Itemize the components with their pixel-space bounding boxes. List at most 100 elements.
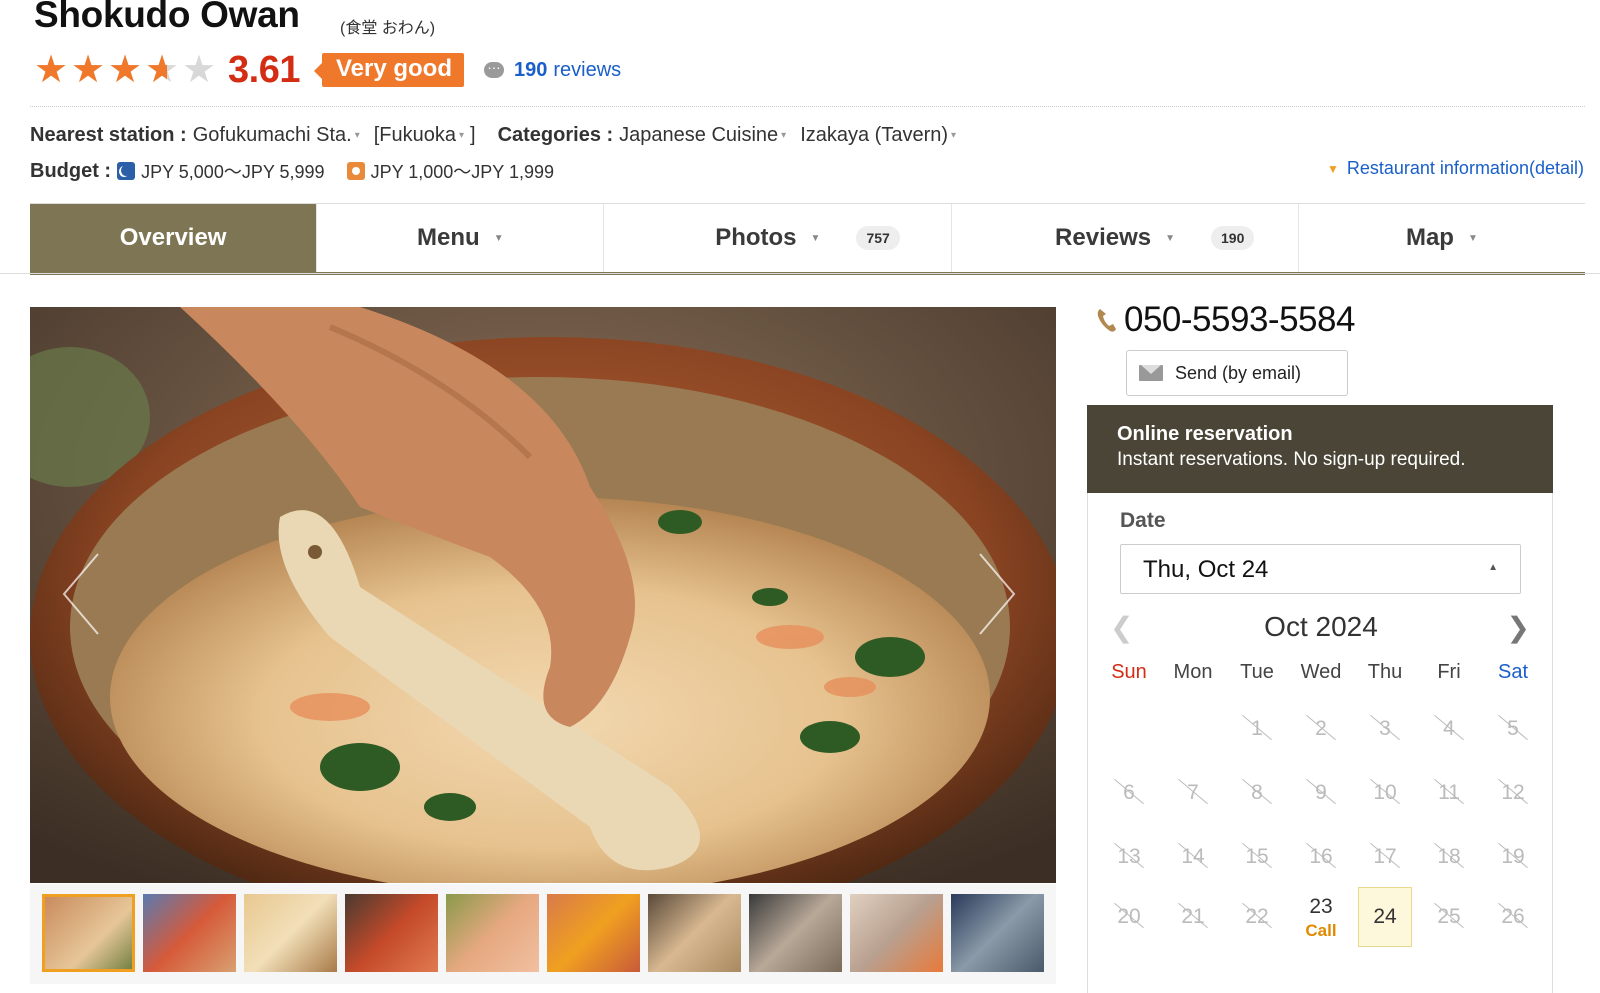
send-by-email-button[interactable]: Send (by email) xyxy=(1126,350,1348,396)
calendar-day-unavailable: 16 xyxy=(1294,827,1348,887)
tab-map[interactable]: Map ▼ xyxy=(1299,204,1585,272)
tab-photos-count: 757 xyxy=(856,226,900,250)
header-divider xyxy=(30,106,1585,107)
star-fill: ★ xyxy=(34,52,69,88)
photo-thumbnail[interactable] xyxy=(749,894,842,972)
photo-prev-arrow-icon[interactable] xyxy=(60,552,102,636)
weekday-tue: Tue xyxy=(1240,661,1274,683)
photo-thumbnail[interactable] xyxy=(345,894,438,972)
comment-icon xyxy=(484,56,504,78)
calendar-day-unavailable: 17 xyxy=(1358,827,1412,887)
calendar-day-unavailable: 20 xyxy=(1102,887,1156,947)
envelope-icon xyxy=(1139,365,1163,381)
calendar-day-unavailable: 6 xyxy=(1102,763,1156,823)
station-label: Nearest station : xyxy=(30,124,187,146)
photo-next-arrow-icon[interactable] xyxy=(976,552,1018,636)
photo-thumbnail[interactable] xyxy=(648,894,741,972)
main-photo[interactable] xyxy=(30,307,1056,883)
calendar-day-unavailable: 10 xyxy=(1358,763,1412,823)
calendar-day-unavailable: 3 xyxy=(1358,699,1412,759)
calendar-day-unavailable: 5 xyxy=(1486,699,1540,759)
categories-label: Categories : xyxy=(497,124,614,146)
star-fill: ★ xyxy=(71,52,106,88)
calendar-day-unavailable: 7 xyxy=(1166,763,1220,823)
category-link-izakaya[interactable]: Izakaya (Tavern) xyxy=(800,124,956,147)
review-count: 190 xyxy=(514,58,548,81)
tab-photos[interactable]: Photos ▼ 757 xyxy=(604,204,952,272)
calendar-day-unavailable: 15 xyxy=(1230,827,1284,887)
budget-label: Budget : xyxy=(30,159,112,182)
send-by-email-label: Send (by email) xyxy=(1175,362,1302,383)
photo-thumbnail[interactable] xyxy=(951,894,1044,972)
photo-thumbnail[interactable] xyxy=(143,894,236,972)
caret-down-icon: ▼ xyxy=(1165,232,1176,244)
tab-reviews-label: Reviews xyxy=(1055,224,1152,251)
arrow-down-icon: ▼ xyxy=(1326,161,1339,176)
tab-menu-label: Menu xyxy=(417,224,480,251)
photo-thumbnail[interactable] xyxy=(446,894,539,972)
reservation-panel: Date Thu, Oct 24 ▲ ❮ Oct 2024 ❯ Sun Mon Tu… xyxy=(1087,493,1553,993)
phone-icon xyxy=(1097,309,1116,332)
budget-dinner: JPY 5,000～JPY 5,999 xyxy=(141,162,325,182)
tab-overview[interactable]: Overview xyxy=(30,204,318,272)
star-icon: ★★ xyxy=(182,49,217,91)
budget-lunch: JPY 1,000～JPY 1,999 xyxy=(370,162,555,182)
calendar-day-unavailable: 9 xyxy=(1294,763,1348,823)
calendar-day-unavailable: 21 xyxy=(1166,887,1220,947)
star-fill: ★ xyxy=(108,52,143,88)
phone-number[interactable]: 050-5593-5584 xyxy=(1096,300,1355,340)
tab-map-label: Map xyxy=(1405,224,1454,251)
calendar-next-month-icon[interactable]: ❯ xyxy=(1507,611,1530,644)
calendar-day-call[interactable]: 23 Call xyxy=(1294,887,1348,947)
calendar-day-selected[interactable]: 24 xyxy=(1358,887,1412,947)
tab-overview-label: Overview xyxy=(119,224,227,251)
category-link-japanese[interactable]: Japanese Cuisine xyxy=(619,124,786,147)
tab-reviews[interactable]: Reviews ▼ 190 xyxy=(952,204,1299,272)
weekday-fri: Fri xyxy=(1437,661,1461,683)
caret-down-icon: ▼ xyxy=(810,232,821,244)
rating-row: ★★★★★★★★★★ 3.61 Very good 190 reviews xyxy=(34,48,621,92)
area-open: [Fukuoka xyxy=(373,124,456,146)
calendar-month: Oct 2024 xyxy=(1264,611,1378,642)
station-link[interactable]: Gofukumachi Sta. xyxy=(193,124,360,147)
calendar-day-unavailable: 2 xyxy=(1294,699,1348,759)
date-select-value: Thu, Oct 24 xyxy=(1143,556,1269,583)
phone-number-text: 050-5593-5584 xyxy=(1124,300,1355,339)
review-word: reviews xyxy=(553,58,622,81)
photo-thumbnail[interactable] xyxy=(42,894,135,972)
caret-down-icon: ▼ xyxy=(493,232,504,244)
reservation-title: Online reservation xyxy=(1117,423,1293,445)
photo-thumbnail[interactable] xyxy=(547,894,640,972)
rating-badge: Very good xyxy=(313,53,464,87)
weekday-sun: Sun xyxy=(1111,661,1147,683)
date-select[interactable]: Thu, Oct 24 ▲ xyxy=(1120,544,1521,594)
calendar-day-unavailable: 8 xyxy=(1230,763,1284,823)
tab-reviews-count: 190 xyxy=(1211,226,1255,250)
area-dropdown[interactable] xyxy=(456,124,464,147)
budget-row: Budget : JPY 5,000～JPY 5,999 JPY 1,000～J… xyxy=(30,158,554,184)
rating-stars: ★★★★★★★★★★ xyxy=(34,49,220,91)
tab-menu[interactable]: Menu ▼ xyxy=(317,204,605,272)
photo-illustration xyxy=(30,307,1056,883)
restaurant-detail-link[interactable]: ▼ Restaurant information(detail) xyxy=(1327,158,1584,179)
photo-thumbnail[interactable] xyxy=(244,894,337,972)
calendar-day-unavailable: 26 xyxy=(1486,887,1540,947)
caret-up-icon: ▲ xyxy=(1488,562,1498,573)
tab-underline xyxy=(0,273,1600,274)
calendar-day-unavailable: 19 xyxy=(1486,827,1540,887)
reviews-link[interactable]: 190 reviews xyxy=(484,56,622,82)
star-icon: ★★ xyxy=(108,49,143,91)
date-label: Date xyxy=(1120,509,1166,532)
star-icon: ★★ xyxy=(145,49,180,91)
weekday-sat: Sat xyxy=(1497,661,1529,683)
weekday-mon: Mon xyxy=(1173,661,1213,683)
calendar-day-number: 23 xyxy=(1309,895,1333,918)
calendar-day-unavailable: 13 xyxy=(1102,827,1156,887)
photo-thumbnail[interactable] xyxy=(850,894,943,972)
star-fill: ★ xyxy=(145,52,167,88)
reservation-header: Online reservation Instant reservations.… xyxy=(1087,405,1553,493)
photo-thumbnails xyxy=(30,884,1056,984)
lunch-sun-icon xyxy=(346,162,365,180)
star-icon: ★★ xyxy=(71,49,106,91)
calendar-day-unavailable: 1 xyxy=(1230,699,1284,759)
